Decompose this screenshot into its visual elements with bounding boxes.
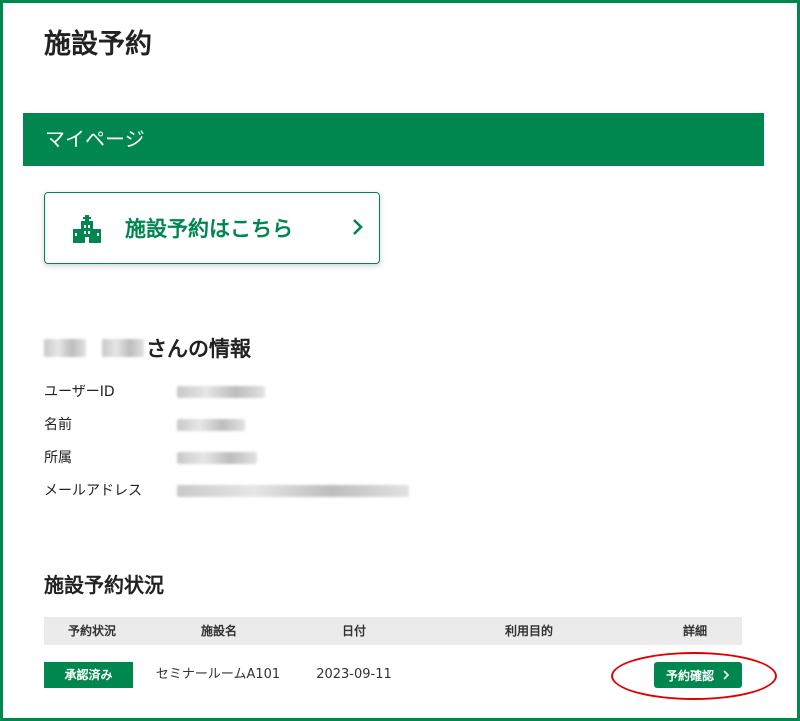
chevron-right-icon [353, 219, 363, 235]
affiliation-label: 所属 [44, 450, 72, 466]
redacted-given-name [102, 339, 144, 357]
column-facility: 施設名 [200, 624, 237, 638]
user-id-label: ユーザーID [44, 384, 115, 400]
name-label: 名前 [44, 417, 72, 433]
email-label: メールアドレス [44, 483, 142, 499]
column-purpose: 利用目的 [504, 624, 553, 638]
highlight-annotation-ellipse [611, 652, 777, 700]
status-badge: 承認済み [44, 662, 133, 688]
facility-building-icon [73, 215, 101, 243]
reservation-date: 2023-09-11 [316, 667, 392, 682]
redacted-family-name [44, 339, 86, 357]
facility-reservation-link[interactable]: 施設予約はこちら [44, 192, 380, 264]
redacted-name [177, 419, 245, 431]
mypage-label: マイページ [45, 127, 145, 151]
mypage-header: マイページ [23, 113, 764, 166]
redacted-email [177, 485, 409, 497]
user-info-heading: さんの情報 [44, 333, 251, 363]
page-title: 施設予約 [44, 29, 152, 60]
reservation-status-heading: 施設予約状況 [44, 573, 164, 597]
redacted-affiliation [177, 452, 257, 464]
column-date: 日付 [341, 624, 366, 638]
reservation-purpose [474, 655, 584, 695]
redacted-user-id [177, 386, 265, 398]
user-info-heading-suffix: さんの情報 [146, 337, 251, 361]
column-status: 予約状況 [67, 624, 116, 638]
facility-name: セミナールームA101 [155, 667, 281, 682]
reservation-table-header: 予約状況 施設名 日付 利用目的 詳細 [44, 617, 742, 645]
column-detail: 詳細 [682, 624, 707, 638]
facility-reservation-label: 施設予約はこちら [125, 217, 293, 241]
